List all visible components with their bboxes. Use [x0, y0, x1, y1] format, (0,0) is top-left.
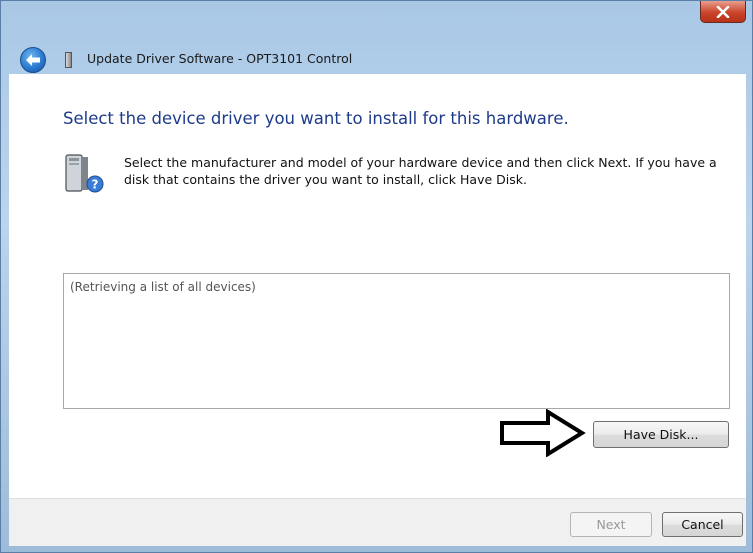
- instructions-text: Select the manufacturer and model of you…: [124, 155, 717, 187]
- update-driver-window: Update Driver Software - OPT3101 Control…: [0, 0, 753, 553]
- cancel-button[interactable]: Cancel: [662, 512, 743, 537]
- back-arrow-icon: [26, 54, 40, 66]
- hardware-question-icon: ?: [65, 154, 104, 193]
- window-title: Update Driver Software - OPT3101 Control: [87, 51, 353, 66]
- device-list[interactable]: (Retrieving a list of all devices): [63, 273, 730, 409]
- have-disk-button[interactable]: Have Disk...: [593, 421, 729, 448]
- device-list-placeholder: (Retrieving a list of all devices): [70, 280, 256, 294]
- page-heading: Select the device driver you want to ins…: [63, 109, 569, 128]
- back-button[interactable]: [20, 47, 46, 73]
- svg-text:?: ?: [92, 178, 99, 192]
- right-arrow-icon: [500, 409, 586, 457]
- device-icon: [65, 52, 72, 68]
- close-button[interactable]: [700, 1, 746, 23]
- title-bar[interactable]: Update Driver Software - OPT3101 Control: [1, 1, 752, 74]
- close-icon: [716, 5, 730, 18]
- next-button[interactable]: Next: [570, 512, 652, 537]
